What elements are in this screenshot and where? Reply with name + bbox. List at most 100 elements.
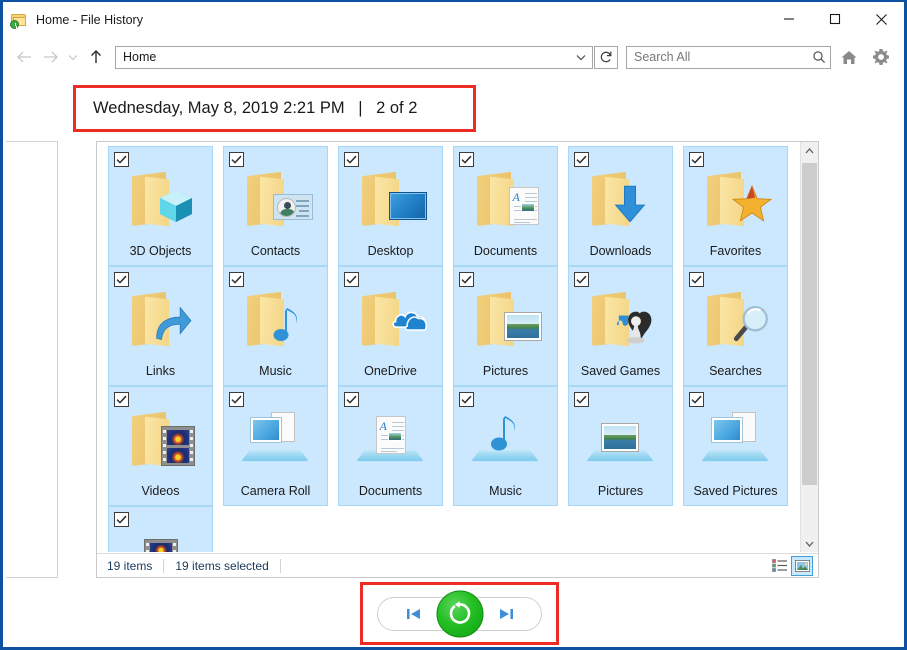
list-item[interactable]: Pictures <box>453 266 558 386</box>
item-label: Desktop <box>341 244 440 258</box>
list-item[interactable]: Videos <box>108 386 213 506</box>
vertical-scrollbar[interactable] <box>800 142 818 552</box>
library-saved-pictures-icon <box>703 411 769 467</box>
folder-documents-icon: A <box>473 172 539 226</box>
window-title: Home - File History <box>36 13 143 27</box>
previous-icon <box>405 607 422 621</box>
status-divider <box>280 559 281 573</box>
item-label: Documents <box>456 244 555 258</box>
forward-arrow-icon[interactable] <box>37 44 63 70</box>
restore-circular-arrow-icon <box>445 599 475 629</box>
folder-links-icon <box>128 292 194 346</box>
header-separator: | <box>358 99 362 117</box>
back-arrow-icon[interactable] <box>11 44 37 70</box>
file-grid: 3D Objects <box>97 142 799 552</box>
folder-3d-objects-icon <box>128 172 194 226</box>
list-item[interactable]: Desktop <box>338 146 443 266</box>
folder-downloads-icon <box>588 172 654 226</box>
folder-saved-games-icon <box>588 292 654 346</box>
list-item[interactable]: Music <box>453 386 558 506</box>
selection-count-label: 19 items selected <box>175 559 268 573</box>
folder-favorites-icon <box>703 172 769 226</box>
next-icon <box>498 607 515 621</box>
home-icon[interactable] <box>835 43 863 71</box>
version-date-header: Wednesday, May 8, 2019 2:21 PM | 2 of 2 <box>73 85 476 132</box>
folder-searches-icon <box>703 292 769 346</box>
details-view-button[interactable] <box>769 556 791 576</box>
list-item[interactable]: Saved Games <box>568 266 673 386</box>
file-history-window: Home - File History Home <box>0 0 907 650</box>
search-icon[interactable] <box>808 50 830 64</box>
item-count-label: 19 items <box>107 559 152 573</box>
folder-pictures-icon <box>473 292 539 346</box>
folder-onedrive-icon <box>358 292 424 346</box>
library-pictures-icon <box>588 411 654 467</box>
large-icons-view-button[interactable] <box>791 556 813 576</box>
scrollbar-track[interactable] <box>801 159 818 535</box>
version-controls <box>360 582 559 645</box>
library-camera-roll-icon <box>243 411 309 467</box>
library-music-icon <box>473 411 539 467</box>
search-input[interactable]: Search All <box>627 50 808 64</box>
list-item[interactable]: Contacts <box>223 146 328 266</box>
item-label: Music <box>456 484 555 498</box>
list-item[interactable]: Videos <box>108 506 213 552</box>
folder-desktop-icon <box>358 172 424 226</box>
folder-videos-icon <box>128 412 194 466</box>
item-label: Pictures <box>571 484 670 498</box>
maximize-icon[interactable] <box>812 2 858 36</box>
list-item[interactable]: Searches <box>683 266 788 386</box>
item-label: Contacts <box>226 244 325 258</box>
navigation-pane <box>6 141 58 578</box>
item-label: OneDrive <box>341 364 440 378</box>
address-value: Home <box>116 50 570 64</box>
folder-contacts-icon <box>243 172 309 226</box>
list-item[interactable]: Pictures <box>568 386 673 506</box>
restore-button[interactable] <box>436 590 483 637</box>
address-chevron-down-icon[interactable] <box>570 47 592 68</box>
recent-locations-chevron-down-icon[interactable] <box>63 44 83 70</box>
item-label: Camera Roll <box>226 484 325 498</box>
item-label: Pictures <box>456 364 555 378</box>
item-label: Saved Games <box>571 364 670 378</box>
file-grid-viewport: 3D Objects <box>97 142 799 552</box>
item-label: Saved Pictures <box>686 484 785 498</box>
search-box[interactable]: Search All <box>626 46 831 69</box>
scroll-down-chevron-down-icon[interactable] <box>801 535 818 552</box>
close-icon[interactable] <box>858 2 904 36</box>
list-item[interactable]: Camera Roll <box>223 386 328 506</box>
item-label: Downloads <box>571 244 670 258</box>
gear-icon[interactable] <box>867 43 895 71</box>
library-documents-icon: A <box>358 411 424 467</box>
list-item[interactable]: 3D Objects <box>108 146 213 266</box>
list-item[interactable]: Downloads <box>568 146 673 266</box>
list-item[interactable]: Links <box>108 266 213 386</box>
version-timestamp: Wednesday, May 8, 2019 2:21 PM <box>93 99 345 117</box>
list-item[interactable]: Saved Pictures <box>683 386 788 506</box>
up-arrow-icon[interactable] <box>83 44 109 70</box>
item-label: Videos <box>111 484 210 498</box>
title-bar: Home - File History <box>3 2 904 38</box>
item-label: Searches <box>686 364 785 378</box>
list-item[interactable]: OneDrive <box>338 266 443 386</box>
list-item[interactable]: Music <box>223 266 328 386</box>
view-mode-buttons <box>769 556 813 576</box>
list-item[interactable]: A <box>453 146 558 266</box>
address-bar[interactable]: Home <box>115 46 593 69</box>
item-label: Documents <box>341 484 440 498</box>
item-label: Music <box>226 364 325 378</box>
list-item[interactable]: A <box>338 386 443 506</box>
item-label: Links <box>111 364 210 378</box>
navigation-toolbar: Home Search All <box>3 38 904 76</box>
item-label: 3D Objects <box>111 244 210 258</box>
version-position: 2 of 2 <box>376 99 417 117</box>
minimize-icon[interactable] <box>766 2 812 36</box>
item-label: Favorites <box>686 244 785 258</box>
file-list-pane: 3D Objects <box>96 141 819 578</box>
status-divider <box>163 559 164 573</box>
list-item[interactable]: Favorites <box>683 146 788 266</box>
refresh-icon[interactable] <box>594 46 618 69</box>
scroll-up-chevron-up-icon[interactable] <box>801 142 818 159</box>
scrollbar-thumb[interactable] <box>802 163 817 485</box>
folder-history-icon <box>10 11 28 29</box>
